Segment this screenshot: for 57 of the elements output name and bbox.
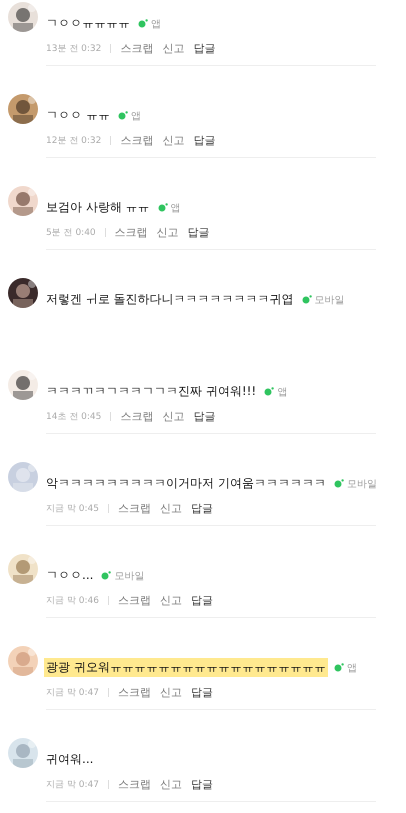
comment-text: 광광 귀오워ㅠㅠㅠㅠㅠㅠㅠㅠㅠㅠㅠㅠㅠㅠㅠㅠㅠㅠ: [44, 658, 328, 677]
scrap-link[interactable]: 스크랩: [120, 41, 154, 56]
online-dot-icon: [118, 111, 128, 120]
device-label: 앱: [130, 110, 141, 122]
report-link[interactable]: 신고: [162, 133, 184, 148]
scrap-link[interactable]: 스크랩: [118, 777, 151, 792]
reply-link[interactable]: 답글: [190, 685, 213, 700]
report-link[interactable]: 신고: [160, 777, 182, 792]
report-link[interactable]: 신고: [160, 685, 182, 700]
comment-text: 보검아 사랑해 ㅠㅠ: [45, 199, 151, 216]
reply-link[interactable]: 답글: [193, 133, 216, 148]
comment-time: 14초 전 0:45: [46, 411, 102, 423]
comment-time: 12분 전 0:32: [46, 135, 102, 147]
report-link[interactable]: 신고: [162, 41, 184, 56]
scrap-link[interactable]: 스크랩: [120, 133, 154, 148]
comment-text: 저렇겐 ㅟ로 돌진하다니ㅋㅋㅋㅋㅋㅋㅋㅋ귀엽: [45, 291, 295, 308]
scrap-link[interactable]: 스크랩: [114, 225, 148, 240]
online-dot-icon: [264, 387, 274, 396]
online-dot-icon: [158, 203, 168, 212]
comment-text: ㄱㅇㅇㅠㅠㅠㅠ: [45, 15, 131, 32]
device-label: 모바일: [314, 294, 345, 306]
comment-time: 지금 막 0:47: [46, 687, 99, 699]
report-link[interactable]: 신고: [160, 501, 182, 516]
online-dot-icon: [302, 295, 312, 304]
scrap-link[interactable]: 스크랩: [120, 409, 154, 424]
comment-text: ㅋㅋㅋㄲㅋㄱㅋㅋㄱㄱㅋ진짜 귀여워!!!: [45, 383, 258, 400]
device-label: 앱: [277, 386, 288, 398]
report-link[interactable]: 신고: [162, 409, 184, 424]
reply-link[interactable]: 답글: [190, 501, 213, 516]
online-dot-icon: [101, 571, 112, 580]
comment-text: ㄱㅇㅇ...: [45, 567, 94, 584]
device-label: 앱: [170, 202, 181, 214]
comment-time: 지금 막 0:47: [46, 779, 99, 791]
device-label: 모바일: [114, 570, 144, 582]
online-dot-icon: [334, 663, 344, 672]
device-label: 앱: [151, 18, 161, 30]
reply-link[interactable]: 답글: [190, 777, 213, 792]
scrap-link[interactable]: 스크랩: [118, 501, 151, 516]
reply-link[interactable]: 답글: [193, 41, 216, 56]
device-label: 앱: [346, 662, 357, 674]
comment-time: 5분 전 0:40: [46, 227, 96, 239]
comment-text: ㄱㅇㅇ ㅠㅠ: [45, 107, 111, 124]
comment-time: 지금 막 0:45: [46, 503, 99, 515]
comment-time: 지금 막 0:46: [46, 595, 99, 607]
comment-text: 악ㅋㅋㅋㅋㅋㅋㅋㅋㅋ이거마저 기여움ㅋㅋㅋㅋㅋㅋ: [45, 475, 327, 492]
reply-link[interactable]: 답글: [188, 225, 210, 240]
online-dot-icon: [334, 479, 344, 488]
reply-link[interactable]: 답글: [190, 593, 213, 608]
online-dot-icon: [138, 19, 148, 28]
scrap-link[interactable]: 스크랩: [118, 593, 151, 608]
device-label: 모바일: [346, 478, 377, 490]
report-link[interactable]: 신고: [156, 225, 179, 240]
comment-time: 13분 전 0:32: [46, 43, 102, 55]
report-link[interactable]: 신고: [160, 593, 182, 608]
scrap-link[interactable]: 스크랩: [118, 685, 151, 700]
reply-link[interactable]: 답글: [193, 409, 216, 424]
comment-text: 귀여워...: [45, 751, 94, 768]
